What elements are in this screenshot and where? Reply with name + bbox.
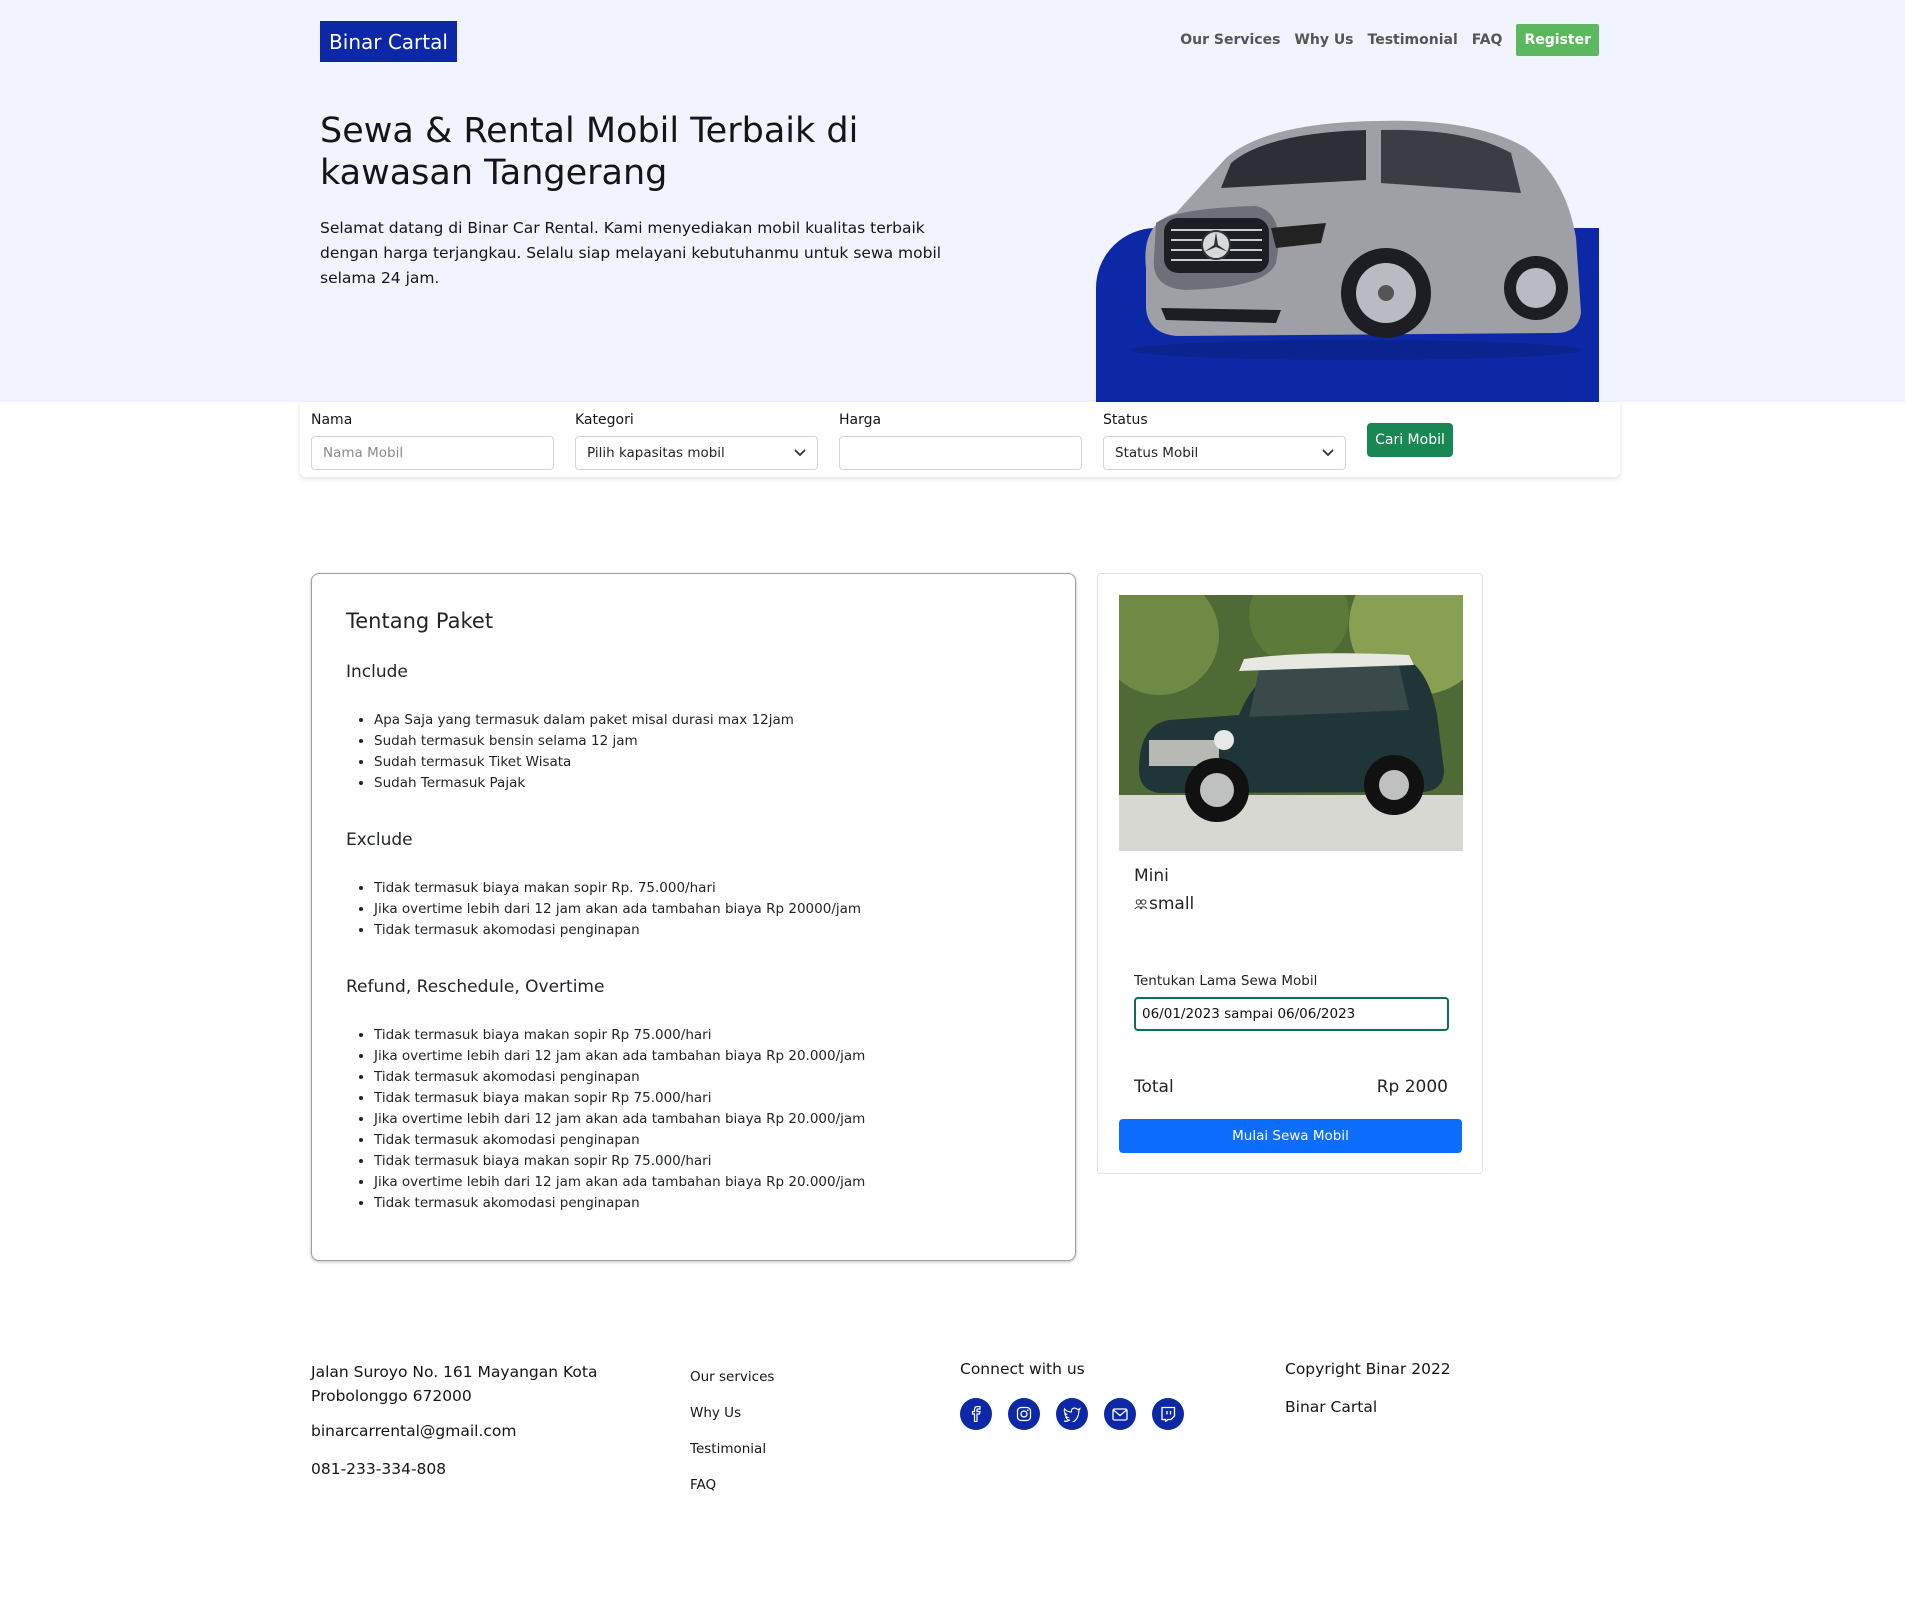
- kategori-value: Pilih kapasitas mobil: [587, 445, 725, 461]
- cari-mobil-button[interactable]: Cari Mobil: [1367, 423, 1453, 457]
- harga-field: Harga: [839, 412, 1082, 470]
- list-item: Tidak termasuk akomodasi penginapan: [374, 1067, 865, 1088]
- twitch-icon[interactable]: [1152, 1398, 1184, 1430]
- list-item: Tidak termasuk biaya makan sopir Rp. 75.…: [374, 878, 861, 899]
- hero-car-image: [1131, 120, 1581, 360]
- address-line-2: Probolonggo 672000: [311, 1387, 472, 1405]
- list-item: Sudah termasuk bensin selama 12 jam: [374, 731, 794, 752]
- total-price: Rp 2000: [1376, 1077, 1448, 1097]
- harga-input[interactable]: [839, 436, 1082, 470]
- car-name: Mini: [1134, 866, 1169, 886]
- footer-address: Jalan Suroyo No. 161 Mayangan Kota Probo…: [311, 1360, 597, 1408]
- nav-why-us[interactable]: Why Us: [1294, 32, 1353, 48]
- car-category-label: small: [1149, 894, 1195, 914]
- instagram-icon[interactable]: [1008, 1398, 1040, 1430]
- footer-links: Our services Why Us Testimonial FAQ: [690, 1369, 774, 1513]
- copyright: Copyright Binar 2022: [1285, 1360, 1451, 1378]
- list-item: Jika overtime lebih dari 12 jam akan ada…: [374, 899, 861, 920]
- status-select[interactable]: Status Mobil: [1103, 436, 1346, 470]
- start-rent-button[interactable]: Mulai Sewa Mobil: [1119, 1119, 1462, 1153]
- status-label: Status: [1103, 412, 1148, 428]
- hero-section: Binar Cartal Our Services Why Us Testimo…: [0, 0, 1905, 402]
- list-item: Jika overtime lebih dari 12 jam akan ada…: [374, 1046, 865, 1067]
- package-title: Tentang Paket: [346, 609, 494, 633]
- kategori-field: Kategori Pilih kapasitas mobil: [575, 412, 818, 470]
- nav-faq[interactable]: FAQ: [1472, 32, 1503, 48]
- twitter-icon[interactable]: [1056, 1398, 1088, 1430]
- list-item: Tidak termasuk biaya makan sopir Rp 75.0…: [374, 1025, 865, 1046]
- top-nav: Our Services Why Us Testimonial FAQ Regi…: [1180, 24, 1599, 56]
- list-item: Tidak termasuk biaya makan sopir Rp 75.0…: [374, 1151, 865, 1172]
- facebook-icon[interactable]: [960, 1398, 992, 1430]
- list-item: Sudah Termasuk Pajak: [374, 773, 794, 794]
- harga-label: Harga: [839, 412, 882, 428]
- refund-title: Refund, Reschedule, Overtime: [346, 977, 605, 997]
- include-list: Apa Saja yang termasuk dalam paket misal…: [374, 710, 794, 794]
- list-item: Tidak termasuk akomodasi penginapan: [374, 1130, 865, 1151]
- address-line-1: Jalan Suroyo No. 161 Mayangan Kota: [311, 1363, 598, 1381]
- nama-label: Nama: [311, 412, 353, 428]
- date-range-input[interactable]: 06/01/2023 sampai 06/06/2023: [1134, 997, 1449, 1031]
- footer-link-why-us[interactable]: Why Us: [690, 1405, 774, 1441]
- list-item: Sudah termasuk Tiket Wisata: [374, 752, 794, 773]
- nav-our-services[interactable]: Our Services: [1180, 32, 1280, 48]
- users-icon: [1134, 899, 1148, 910]
- nav-testimonial[interactable]: Testimonial: [1368, 32, 1458, 48]
- footer-link-our-services[interactable]: Our services: [690, 1369, 774, 1405]
- status-value: Status Mobil: [1115, 445, 1199, 461]
- list-item: Tidak termasuk biaya makan sopir Rp 75.0…: [374, 1088, 865, 1109]
- kategori-label: Kategori: [575, 412, 634, 428]
- mail-icon[interactable]: [1104, 1398, 1136, 1430]
- kategori-select[interactable]: Pilih kapasitas mobil: [575, 436, 818, 470]
- nama-input[interactable]: Nama Mobil: [311, 436, 554, 470]
- footer-link-testimonial[interactable]: Testimonial: [690, 1441, 774, 1477]
- car-category: small: [1134, 894, 1194, 914]
- hero-description: Selamat datang di Binar Car Rental. Kami…: [320, 219, 942, 287]
- brand-logo[interactable]: Binar Cartal: [320, 21, 457, 62]
- footer-phone: 081-233-334-808: [311, 1460, 447, 1478]
- list-item: Jika overtime lebih dari 12 jam akan ada…: [374, 1109, 865, 1130]
- exclude-title: Exclude: [346, 830, 413, 850]
- footer-email: binarcarrental@gmail.com: [311, 1422, 517, 1440]
- hero-title: Sewa & Rental Mobil Terbaik di kawasan T…: [320, 111, 859, 193]
- status-field: Status Status Mobil: [1103, 412, 1346, 470]
- footer-brand: Binar Cartal: [1285, 1398, 1378, 1416]
- refund-list: Tidak termasuk biaya makan sopir Rp 75.0…: [374, 1025, 865, 1214]
- exclude-list: Tidak termasuk biaya makan sopir Rp. 75.…: [374, 878, 861, 941]
- car-photo: [1119, 595, 1463, 851]
- footer-link-faq[interactable]: FAQ: [690, 1477, 774, 1513]
- search-bar: Nama Nama Mobil Kategori Pilih kapasitas…: [300, 402, 1620, 477]
- chevron-down-icon: [1322, 449, 1334, 457]
- total-label: Total: [1134, 1077, 1174, 1097]
- rental-card: Mini small Tentukan Lama Sewa Mobil 06/0…: [1097, 573, 1483, 1174]
- list-item: Tidak termasuk akomodasi penginapan: [374, 920, 861, 941]
- rental-duration-label: Tentukan Lama Sewa Mobil: [1134, 973, 1318, 989]
- list-item: Apa Saja yang termasuk dalam paket misal…: [374, 710, 794, 731]
- include-title: Include: [346, 662, 408, 682]
- connect-title: Connect with us: [960, 1360, 1085, 1378]
- list-item: Tidak termasuk akomodasi penginapan: [374, 1193, 865, 1214]
- nama-field: Nama Nama Mobil: [311, 412, 554, 470]
- chevron-down-icon: [794, 449, 806, 457]
- register-button[interactable]: Register: [1516, 24, 1599, 56]
- social-icons: [960, 1398, 1184, 1430]
- list-item: Jika overtime lebih dari 12 jam akan ada…: [374, 1172, 865, 1193]
- package-card: Tentang Paket Include Apa Saja yang term…: [311, 573, 1076, 1261]
